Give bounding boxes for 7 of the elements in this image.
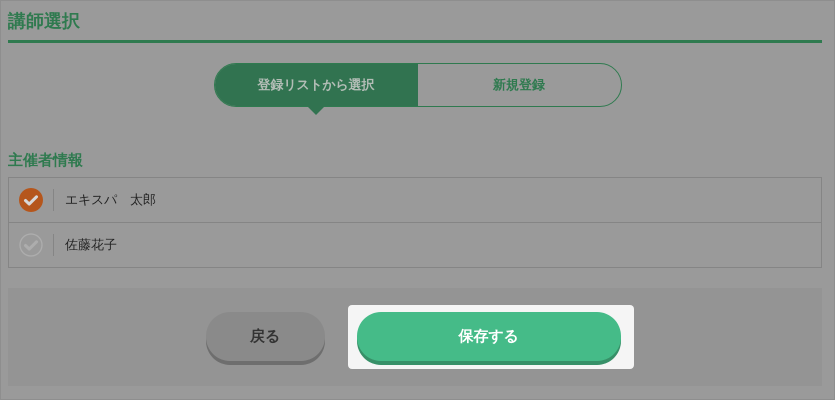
organizer-option[interactable]: エキスパ 太郎 [9,178,821,222]
save-button[interactable]: 保存する [356,312,620,361]
tab[interactable]: 新規登録 [418,64,620,106]
organizer-option[interactable]: 佐藤花子 [9,222,821,267]
page-title: 講師選択 [8,10,80,34]
back-button[interactable]: 戻る [206,312,324,361]
section-title: 主催者情報 [8,150,83,171]
